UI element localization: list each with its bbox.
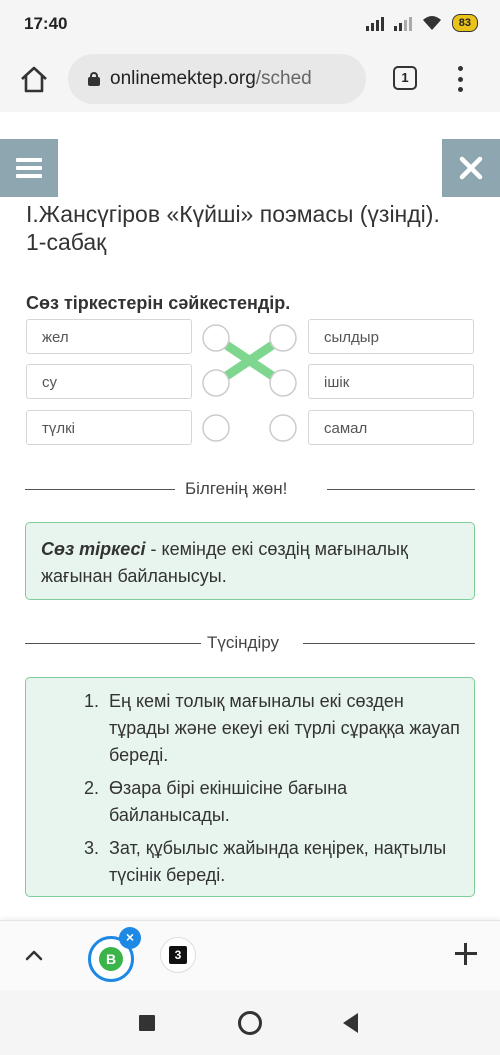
- explanation-list: 1. Ең кемі толық мағыналы екі сөзден тұра…: [84, 688, 464, 895]
- section-divider-right: [327, 489, 475, 490]
- list-item: 3. Зат, құбылыс жайында кеңірек, нақтылы …: [84, 838, 447, 885]
- section-heading-tip: Білгенің жөн!: [185, 479, 288, 498]
- new-tab-plus-icon[interactable]: [453, 941, 479, 967]
- address-bar[interactable]: onlinemektep.org/sched: [68, 54, 366, 104]
- left-connector-dot[interactable]: [202, 324, 230, 352]
- status-icons: 83: [365, 14, 478, 32]
- hamburger-menu-button[interactable]: [0, 139, 58, 197]
- left-word-3[interactable]: түлкі: [26, 410, 192, 445]
- page-title: І.Жансүгіров «Күйші» поэмасы (үзінді). 1…: [26, 201, 440, 255]
- section-divider-right: [303, 643, 475, 644]
- left-connector-dot[interactable]: [202, 414, 230, 442]
- close-icon: [459, 156, 483, 180]
- b-app-icon: B: [99, 947, 123, 971]
- close-button[interactable]: [442, 139, 500, 197]
- tab-icon-active[interactable]: B ×: [88, 927, 141, 982]
- system-nav-bar: [0, 990, 500, 1055]
- list-item: 1. Ең кемі толық мағыналы екі сөзден тұра…: [84, 691, 460, 765]
- page-content: І.Жансүгіров «Күйші» поэмасы (үзінді). 1…: [0, 112, 500, 920]
- left-word-1[interactable]: жел: [26, 319, 192, 354]
- url-path: /sched: [255, 68, 312, 89]
- back-icon[interactable]: [343, 1013, 358, 1033]
- right-connector-dot[interactable]: [269, 414, 297, 442]
- app-3-icon: 3: [169, 946, 187, 964]
- tab-switcher-button[interactable]: 1: [393, 66, 417, 90]
- left-connector-dot[interactable]: [202, 369, 230, 397]
- right-word-3[interactable]: самал: [308, 410, 474, 445]
- overflow-menu-icon[interactable]: [454, 66, 466, 92]
- recents-icon[interactable]: [139, 1015, 155, 1031]
- definition-box: Сөз тіркесі - кемінде екі сөздің мағынал…: [25, 522, 475, 600]
- status-bar: 17:40 83: [0, 0, 500, 48]
- browser-toolbar: onlinemektep.org/sched 1: [0, 48, 500, 112]
- status-time: 17:40: [24, 14, 68, 33]
- right-word-1[interactable]: сылдыр: [308, 319, 474, 354]
- explanation-box: 1. Ең кемі толық мағыналы екі сөзден тұра…: [25, 677, 475, 897]
- chevron-up-icon[interactable]: [22, 943, 46, 967]
- lock-icon: [88, 72, 100, 86]
- right-connector-dot[interactable]: [269, 324, 297, 352]
- list-item: 2. Өзара бірі екіншісіне бағына байланыса…: [84, 778, 348, 825]
- section-divider-left: [25, 489, 175, 490]
- matching-connector-area[interactable]: [192, 312, 308, 448]
- tab-icon[interactable]: 3: [160, 937, 196, 973]
- section-divider-left: [25, 643, 201, 644]
- signal-icon: [365, 15, 384, 31]
- signal-icon-2: [393, 15, 412, 31]
- right-connector-dot[interactable]: [269, 369, 297, 397]
- bottom-tab-bar: B × 3: [0, 920, 500, 990]
- url-domain: onlinemektep.org: [110, 68, 256, 89]
- home-icon[interactable]: [18, 64, 50, 96]
- url-text: onlinemektep.org/sched: [110, 68, 312, 90]
- battery-indicator: 83: [451, 14, 478, 32]
- right-word-2[interactable]: ішік: [308, 364, 474, 399]
- wifi-icon: [422, 16, 441, 30]
- close-tab-badge-icon[interactable]: ×: [119, 927, 141, 949]
- task-instruction: Сөз тіркестерін сәйкестендір.: [26, 293, 291, 313]
- definition-term: Сөз тіркесі: [41, 539, 146, 559]
- section-heading-explanation: Түсіндіру: [207, 633, 280, 652]
- left-word-2[interactable]: су: [26, 364, 192, 399]
- home-nav-icon[interactable]: [238, 1011, 262, 1035]
